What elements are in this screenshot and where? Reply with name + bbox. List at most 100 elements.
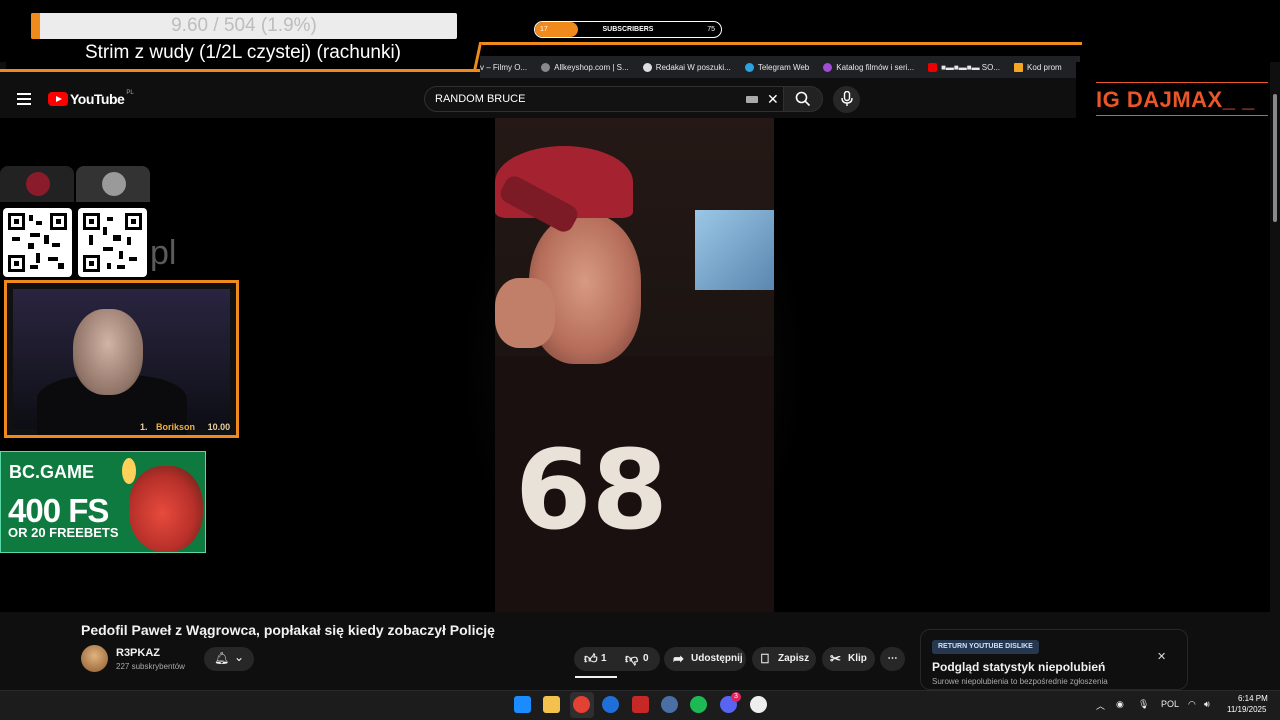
like-icon[interactable]: 👍︎	[584, 647, 598, 671]
website-suffix-text: pl	[150, 234, 177, 272]
bookmark-item[interactable]: Redakai W poszuki...	[642, 62, 731, 72]
windows-start-icon[interactable]	[514, 696, 531, 713]
video-hand	[495, 278, 555, 348]
share-icon: ➦	[673, 651, 684, 666]
top-donor: 1. Borikson 10.00	[140, 422, 230, 432]
video-shirt: 68	[495, 356, 774, 612]
search-icon	[795, 91, 811, 107]
more-actions-button[interactable]: ⋯	[880, 647, 905, 671]
bookmark-label: Allkeyshop.com | S...	[554, 62, 629, 72]
litecoin-tab[interactable]	[76, 166, 150, 202]
video-title: Pedofil Paweł z Wągrowca, popłakał się k…	[81, 622, 495, 638]
obs-icon[interactable]	[750, 696, 767, 713]
bookmark-item[interactable]: v – Filmy O...	[480, 63, 527, 72]
ig-divider	[1096, 115, 1268, 116]
donation-goal-bar: 9.60 / 504 (1.9%)	[31, 13, 457, 39]
webcam-person	[73, 309, 143, 395]
bcgame-logo: BC.GAME	[9, 462, 94, 482]
video-frame[interactable]: 68	[495, 118, 774, 612]
screen: 9.60 / 504 (1.9%) Strim z wudy (1/2L czy…	[0, 0, 1280, 720]
ryd-title: Podgląd statystyk niepolubień	[932, 660, 1106, 674]
telegram-icon	[744, 62, 754, 72]
microphone-icon	[841, 91, 853, 106]
crypto-tabs	[0, 166, 150, 202]
bookmark-label: Kod prom	[1027, 62, 1062, 72]
youtube-logo[interactable]: YouTube PL	[48, 90, 134, 107]
tron-icon	[26, 172, 50, 196]
notification-button[interactable]: 🔔︎ ⌄	[204, 647, 254, 671]
close-icon[interactable]: ✕	[1157, 650, 1166, 663]
channel-name[interactable]: R3PKAZ	[116, 647, 160, 659]
dislike-count[interactable]: 0	[643, 647, 649, 671]
webcam-overlay	[4, 280, 239, 438]
steam-icon[interactable]: ◉	[1116, 699, 1124, 710]
bell-icon: 🔔︎	[214, 651, 230, 665]
spotify-icon[interactable]	[690, 696, 707, 713]
wifi-icon[interactable]: ◠	[1188, 699, 1196, 710]
bookmark-label: v – Filmy O...	[480, 62, 528, 72]
scrollbar-thumb[interactable]	[1273, 94, 1277, 222]
bookmark-item[interactable]: ■▬■▬■▬ SO...	[928, 62, 1000, 72]
dislike-icon[interactable]: 👎︎	[625, 647, 638, 671]
like-count[interactable]: 1	[601, 647, 607, 671]
bookmark-item[interactable]: Kod prom	[1014, 62, 1062, 72]
donation-goal-text: 9.60 / 504 (1.9%)	[171, 15, 317, 36]
subscriber-label: SUBSCRIBERS	[602, 26, 654, 33]
settings-icon[interactable]	[661, 696, 678, 713]
scissors-icon: ✂	[830, 651, 841, 666]
chrome-icon	[642, 62, 652, 72]
bcgame-ad[interactable]: BC.GAME 400 FS OR 20 FREEBETS	[0, 451, 206, 553]
youtube-play-icon	[48, 92, 68, 106]
clock-time[interactable]: 6:14 PM	[1238, 694, 1268, 703]
language-indicator[interactable]: POL	[1161, 699, 1179, 709]
microphone-icon[interactable]: 🎙︎	[1138, 699, 1149, 710]
instagram-handle: IG DAJMAX_ _	[1096, 87, 1255, 112]
save-button[interactable]: ⎕ Zapisz	[752, 647, 816, 671]
ryd-description: Surowe niepolubienia to bezpośrednie zgł…	[932, 677, 1108, 686]
file-explorer-icon[interactable]	[543, 696, 560, 713]
clip-button[interactable]: ✂ Klip	[822, 647, 875, 671]
voicemeeter-icon[interactable]	[632, 696, 649, 713]
litecoin-icon	[102, 172, 126, 196]
voice-search-button[interactable]	[833, 86, 860, 113]
like-ratio-bar	[575, 676, 617, 678]
menu-icon[interactable]	[17, 93, 31, 105]
channel-avatar[interactable]	[81, 645, 108, 672]
more-icon: ⋯	[887, 653, 898, 664]
like-dislike-group: 👍︎ 1 👎︎ 0	[574, 647, 660, 671]
search-button[interactable]	[783, 86, 823, 112]
country-code: PL	[126, 90, 134, 96]
youtube-wordmark: YouTube	[70, 91, 125, 107]
instagram-overlay: IG DAJMAX_ _	[1076, 62, 1270, 120]
youtube-icon	[928, 62, 938, 72]
share-label: Udostępnij	[691, 653, 743, 664]
video-window	[695, 210, 774, 290]
discord-notification-badge: 3	[731, 692, 741, 702]
subscriber-goal-bar: 17 SUBSCRIBERS 75	[534, 21, 722, 38]
overlay-accent-top	[482, 42, 1082, 45]
chrome-icon[interactable]	[573, 696, 590, 713]
bookmark-item[interactable]: Allkeyshop.com | S...	[541, 62, 629, 72]
app-c-icon[interactable]	[602, 696, 619, 713]
share-button[interactable]: ➦ Udostępnij	[664, 647, 746, 671]
keyboard-icon[interactable]	[746, 96, 758, 103]
bcgame-freebets: OR 20 FREEBETS	[8, 525, 119, 540]
grid-icon	[1014, 62, 1024, 72]
page-scrollbar[interactable]	[1270, 80, 1280, 690]
bookmark-item[interactable]: Katalog filmów i seri...	[823, 62, 914, 72]
tron-tab[interactable]	[0, 166, 74, 202]
subscriber-goal: 75	[707, 26, 715, 33]
bookmark-item[interactable]: Telegram Web	[744, 62, 809, 72]
clock-date[interactable]: 11/19/2025	[1227, 705, 1266, 714]
save-label: Zapisz	[778, 653, 810, 664]
clear-search-icon[interactable]: ✕	[767, 92, 779, 106]
top-donor-rank: 1.	[140, 422, 148, 432]
search-input[interactable]: RANDOM BRUCE ✕	[424, 86, 784, 112]
chevron-down-icon: ⌄	[234, 650, 245, 664]
mascot-image	[129, 466, 203, 552]
discord-icon[interactable]: 3	[720, 692, 741, 713]
volume-icon[interactable]: 🔊︎	[1204, 699, 1210, 710]
tray-chevron-icon[interactable]: ︿	[1096, 699, 1105, 712]
top-donor-amount: 10.00	[207, 422, 231, 432]
top-donor-name: Borikson	[156, 422, 196, 432]
